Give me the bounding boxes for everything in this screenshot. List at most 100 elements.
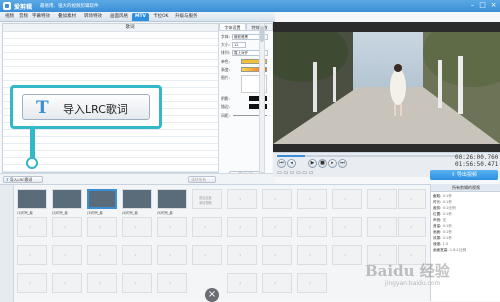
empty-slot[interactable]: › — [87, 273, 117, 293]
empty-slot[interactable]: › — [52, 217, 82, 237]
tab-styles[interactable]: 画面风格 — [107, 13, 131, 21]
clip-caption: (5)时代_最 — [157, 211, 173, 215]
empty-slot[interactable]: › — [332, 217, 362, 237]
empty-slot[interactable]: › — [227, 273, 257, 293]
tab-subtitle-effects[interactable]: 字幕特效 — [29, 13, 53, 21]
empty-slot[interactable]: › — [367, 217, 397, 237]
empty-slot[interactable]: › — [122, 245, 152, 265]
prop-row: 画面宽高: 1.6:1比例 — [433, 248, 467, 252]
rewind-icon[interactable]: ◂ — [287, 159, 296, 168]
empty-slot[interactable]: › — [227, 189, 257, 209]
empty-slot[interactable]: › — [17, 217, 47, 237]
empty-slot[interactable]: › — [122, 273, 152, 293]
chevron-right-icon: › — [29, 224, 32, 231]
chevron-right-icon: › — [274, 252, 277, 259]
empty-slot[interactable]: › — [87, 245, 117, 265]
export-video-button[interactable]: ⇪ 导出视频 — [430, 170, 498, 180]
clip-thumbnail-selected[interactable] — [87, 189, 117, 209]
prop-row: 画面: 0:1秒 — [433, 230, 452, 234]
tab-transitions[interactable]: 转场特效 — [81, 13, 105, 21]
image-option[interactable]: 图片: — [221, 74, 230, 81]
tool-icons[interactable]: ▭ ▭ ▭ ▭ ▭ ▭ — [277, 170, 313, 176]
properties-header: 所有剪辑的视频 — [431, 184, 500, 192]
prop-row: 音量: 0:1秒 — [433, 224, 452, 228]
empty-slot[interactable]: › — [398, 189, 426, 209]
empty-slot[interactable]: › — [17, 273, 47, 293]
clip-thumbnail[interactable] — [52, 189, 82, 209]
minimize-icon[interactable]: – — [468, 1, 477, 10]
tab-overlay[interactable]: 叠加素材 — [55, 13, 79, 21]
empty-slot[interactable]: › — [262, 217, 292, 237]
empty-slot[interactable]: › — [332, 189, 362, 209]
chevron-right-icon: › — [64, 280, 67, 287]
empty-slot[interactable]: › — [122, 217, 152, 237]
next-icon[interactable]: ⏭ — [338, 159, 347, 168]
empty-slot[interactable]: › — [262, 273, 292, 293]
clear-all-button[interactable]: 清除所有 — [188, 176, 216, 183]
total-time: 01:56:50.471 — [455, 161, 499, 168]
empty-slot[interactable]: › — [398, 217, 426, 237]
empty-slot[interactable]: › — [297, 189, 327, 209]
empty-slot[interactable]: › — [157, 245, 187, 265]
empty-slot[interactable]: › — [332, 245, 362, 265]
gradient-option[interactable]: 渐变: — [221, 66, 230, 73]
chevron-right-icon: › — [410, 224, 413, 231]
lyrics-scrollbar[interactable] — [259, 23, 265, 173]
empty-slot[interactable]: › — [367, 189, 397, 209]
tab-video[interactable]: 视频 — [2, 13, 17, 21]
time-display: 00:26:00.760 01:56:50.471 — [455, 154, 498, 168]
close-icon[interactable]: × — [489, 1, 498, 10]
tab-font-settings[interactable]: 字体设置 — [219, 23, 246, 31]
prev-icon[interactable]: ⏮ — [277, 159, 286, 168]
empty-slot[interactable]: › — [297, 217, 327, 237]
empty-slot[interactable]: › — [157, 217, 187, 237]
chevron-right-icon: › — [309, 224, 312, 231]
tab-mtv[interactable]: MTV — [132, 13, 150, 21]
empty-slot[interactable]: › — [17, 245, 47, 265]
clip-properties-panel: 所有剪辑的视频 截取: 0:1秒 时长: 0:1秒 裁剪: 0:1比例 位置: … — [430, 184, 500, 301]
play-icon[interactable]: ▶ — [308, 159, 317, 168]
callout-dot — [26, 157, 38, 169]
title-bar: 爱剪辑 最易用、强大的视频剪辑软件 – □ × — [0, 0, 500, 12]
empty-slot[interactable]: › — [52, 273, 82, 293]
add-video-slot[interactable]: 双击此处 添加视频 — [192, 189, 222, 209]
chevron-right-icon: › — [134, 252, 137, 259]
empty-slot[interactable]: › — [87, 217, 117, 237]
prop-row: 声音: 无 — [433, 218, 447, 222]
callout-import-lrc-button[interactable]: T 导入LRC歌词 — [22, 94, 150, 120]
prop-row: 效果: 0:1秒 — [433, 236, 452, 240]
maximize-icon[interactable]: □ — [478, 1, 487, 10]
forward-icon[interactable]: ▸ — [328, 159, 337, 168]
tab-karaoke[interactable]: 卡拉OK — [150, 13, 172, 21]
track-sidebar — [0, 185, 14, 302]
solid-color-option[interactable]: 单色: — [221, 58, 230, 65]
clip-thumbnail[interactable] — [157, 189, 187, 209]
empty-slot[interactable]: › — [192, 245, 222, 265]
chevron-right-icon: › — [99, 224, 102, 231]
empty-slot[interactable]: › — [52, 245, 82, 265]
chevron-right-icon: › — [274, 196, 277, 203]
chevron-right-icon: › — [134, 280, 137, 287]
video-preview — [273, 22, 500, 152]
empty-slot[interactable]: › — [192, 217, 222, 237]
empty-slot[interactable]: › — [262, 245, 292, 265]
size-select[interactable]: 12 — [232, 42, 246, 48]
stop-icon[interactable]: ■ — [318, 159, 327, 168]
tab-upgrade[interactable]: 升级与服务 — [172, 13, 201, 21]
chevron-right-icon: › — [64, 224, 67, 231]
chevron-right-icon: › — [274, 224, 277, 231]
chevron-right-icon: › — [344, 224, 347, 231]
import-lrc-button[interactable]: T 导入LRC歌词 — [3, 176, 43, 183]
chevron-right-icon: › — [169, 224, 172, 231]
scrollbar-thumb[interactable] — [260, 26, 264, 42]
empty-slot[interactable]: › — [297, 245, 327, 265]
empty-slot[interactable]: › — [297, 273, 327, 293]
empty-slot[interactable]: › — [227, 245, 257, 265]
clip-thumbnail[interactable] — [122, 189, 152, 209]
empty-slot[interactable]: › — [262, 189, 292, 209]
empty-slot[interactable]: › — [227, 217, 257, 237]
empty-slot[interactable]: › — [157, 273, 187, 293]
add-clip-icon[interactable]: × — [205, 288, 219, 302]
clip-caption: (4)时代_最 — [122, 211, 138, 215]
clip-thumbnail[interactable] — [17, 189, 47, 209]
